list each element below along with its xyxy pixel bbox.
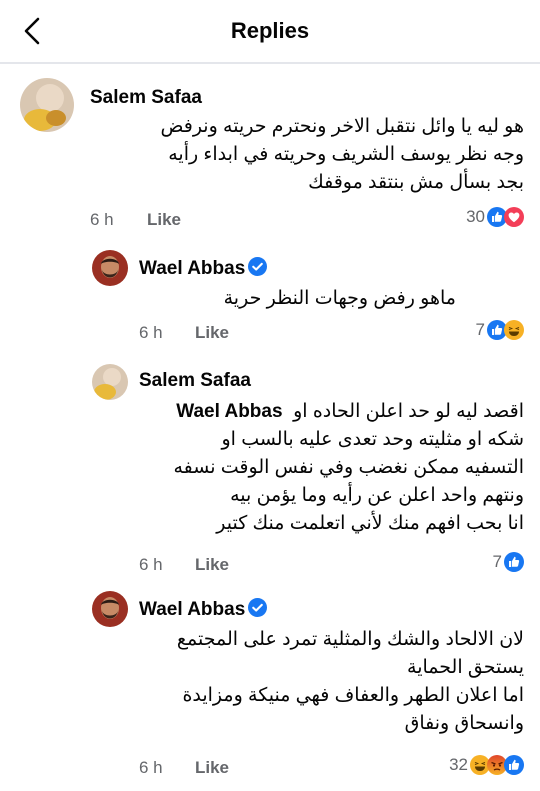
like-button[interactable]: Like	[195, 323, 229, 343]
comment-line: وانسحاق ونفاق	[404, 713, 524, 734]
comment-line: شكه او مثليته وحد تعدى عليه بالسب او	[221, 429, 524, 450]
like-reaction-icon	[504, 552, 524, 572]
comment-time: 6 h	[90, 210, 114, 229]
comment-line: لان الالحاد والشك والمثلية تمرد على المج…	[176, 629, 524, 650]
verified-badge-icon	[248, 257, 268, 276]
reaction-count: 7	[492, 552, 502, 571]
reaction-count: 30	[466, 207, 485, 226]
comment-text: اقصد ليه لو حد اعلن الحاده او Wael Abbas…	[124, 398, 524, 538]
like-button[interactable]: Like	[195, 555, 229, 575]
avatar[interactable]	[92, 250, 128, 286]
comment-author[interactable]: Wael Abbas	[139, 257, 268, 280]
comment-line: ماهو رفض وجهات النظر حرية	[223, 288, 456, 309]
like-button[interactable]: Like	[147, 210, 181, 230]
verified-badge-icon	[248, 598, 268, 617]
comment-author[interactable]: Wael Abbas	[139, 598, 268, 621]
reaction-count: 7	[475, 320, 485, 339]
comment-line: يستحق الحماية	[407, 657, 524, 678]
avatar[interactable]	[92, 591, 128, 627]
author-name[interactable]: Wael Abbas	[139, 258, 245, 279]
comment-text: لان الالحاد والشك والمثلية تمرد على المج…	[114, 626, 524, 738]
avatar[interactable]	[20, 78, 74, 132]
header-divider	[0, 62, 540, 64]
comment-time: 6 h	[139, 758, 163, 777]
comment-time: 6 h	[139, 323, 163, 342]
comment-time: 6 h	[139, 555, 163, 574]
like-reaction-icon	[504, 755, 524, 775]
comment-line: وجه نظر يوسف الشريف وحريته في ابداء رأيه	[168, 144, 524, 165]
comment-author[interactable]: Salem Safaa	[90, 87, 202, 109]
reactions-summary[interactable]: 30	[466, 207, 524, 227]
reactions-summary[interactable]: 7	[493, 552, 524, 572]
page-title: Replies	[230, 18, 310, 43]
like-button[interactable]: Like	[195, 758, 229, 778]
avatar[interactable]	[92, 364, 128, 400]
comment-author[interactable]: Salem Safaa	[139, 370, 251, 392]
haha-reaction-icon	[504, 320, 524, 340]
comment-line: التسفيه ممكن نغضب وفي نفس الوقت نسفه	[173, 457, 524, 478]
comment-line: انا بحب افهم منك لأني اتعلمت منك كتير	[216, 513, 524, 534]
comment-text: ماهو رفض وجهات النظر حرية	[96, 285, 456, 313]
comment-line: هو ليه يا وائل نتقبل الاخر ونحترم حريته …	[160, 116, 524, 137]
comment-text: هو ليه يا وائل نتقبل الاخر ونحترم حريته …	[84, 113, 524, 197]
mention-tag[interactable]: Wael Abbas	[176, 401, 282, 422]
reactions-summary[interactable]: 32	[449, 755, 524, 775]
header: Replies	[0, 0, 540, 62]
reaction-count: 32	[449, 755, 468, 774]
comment-line-text: اقصد ليه لو حد اعلن الحاده او	[293, 401, 524, 422]
reactions-summary[interactable]: 7	[476, 320, 524, 340]
comment-line: بجد بسأل مش بنتقد موقفك	[308, 172, 524, 193]
love-reaction-icon	[504, 207, 524, 227]
comment-line: اما اعلان الطهر والعفاف فهي منيكة ومزايد…	[182, 685, 524, 706]
comment-line: اقصد ليه لو حد اعلن الحاده او Wael Abbas	[124, 398, 524, 426]
author-name[interactable]: Wael Abbas	[139, 599, 245, 620]
comment-line: ونتهم واحد اعلن عن رأيه وما يؤمن بيه	[230, 485, 524, 506]
